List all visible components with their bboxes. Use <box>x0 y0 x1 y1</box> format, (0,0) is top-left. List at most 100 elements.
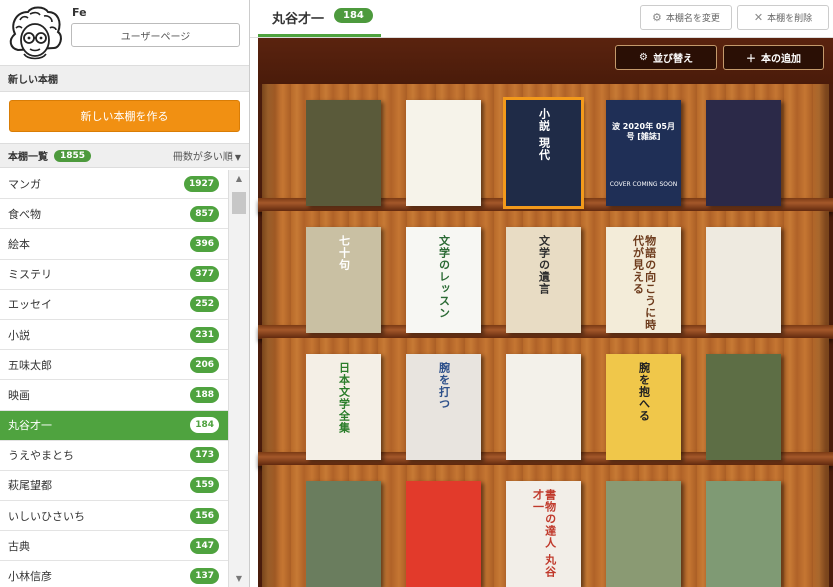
shelves: 小説 現代 波 2020年 05月号 [雑誌] COVER COMING SOON 七… <box>258 84 833 587</box>
delete-shelf-label: 本棚を削除 <box>767 14 813 24</box>
sidebar-shelf-item[interactable]: 小林信彦 137 <box>0 561 228 587</box>
sidebar-shelf-count: 188 <box>190 386 219 403</box>
rename-shelf-button[interactable]: ⚙ 本棚名を変更 <box>640 5 732 30</box>
sidebar-shelf-count: 396 <box>190 235 219 252</box>
gear-icon: ⚙ <box>639 52 648 63</box>
sort-order-label: 冊数が多い順 <box>172 152 233 163</box>
book-cover[interactable] <box>606 481 681 587</box>
sidebar-shelf-item[interactable]: 丸谷才一 184 <box>0 410 228 441</box>
sidebar-shelf-item[interactable]: 五味太郎 206 <box>0 350 228 381</box>
bookcase-toolbar: ⚙ 並び替え ＋ 本の追加 <box>258 38 833 84</box>
sidebar-shelf-name: 五味太郎 <box>8 358 52 372</box>
book-cover[interactable]: 文学のレッスン <box>406 227 481 333</box>
add-book-button[interactable]: ＋ 本の追加 <box>723 45 824 70</box>
sidebar-shelf-name: 小説 <box>8 328 30 342</box>
book-cover[interactable]: 日本文学全集 <box>306 354 381 460</box>
avatar[interactable] <box>6 4 64 62</box>
sidebar-shelf-name: ミステリ <box>8 268 52 282</box>
create-shelf-button[interactable]: 新しい本棚を作る <box>9 100 240 132</box>
cover-placeholder-note: COVER COMING SOON <box>609 181 678 188</box>
book-title: 書物の達人 丸谷才一 <box>531 489 557 578</box>
main-area: 丸谷才一 184 ⚙ 本棚名を変更 ✕ 本棚を削除 ⚙ 並び替え ＋ 本の追加 … <box>250 0 833 587</box>
book-cover[interactable]: 腕を抱へる <box>606 354 681 460</box>
book-cover[interactable]: 小説 現代 <box>503 97 584 209</box>
book-cover[interactable]: 波 2020年 05月号 [雑誌] COVER COMING SOON <box>606 100 681 206</box>
new-shelf-area: 新しい本棚を作る <box>0 92 249 144</box>
book-cover[interactable] <box>306 100 381 206</box>
book-cover[interactable]: 文学の遺言 <box>506 227 581 333</box>
sort-books-label: 並び替え <box>652 54 693 65</box>
book-title: 七十句 <box>337 235 351 271</box>
sidebar-shelf-item[interactable]: ミステリ 377 <box>0 260 228 290</box>
sidebar-shelf-name: 小林信彦 <box>8 570 52 584</box>
sidebar-shelf-count: 231 <box>190 326 219 343</box>
book-title: 波 2020年 05月号 [雑誌] <box>612 122 675 141</box>
book-title: 日本文学全集 <box>337 362 351 434</box>
sidebar-shelf-count: 184 <box>190 417 219 434</box>
shelf-book-count: 184 <box>334 8 373 23</box>
book-cover[interactable] <box>706 354 781 460</box>
sidebar-shelf-item[interactable]: 萩尾望都 159 <box>0 471 228 502</box>
profile-area: Fe ユーザーページ <box>0 0 249 66</box>
shelf-list-header: 本棚一覧 1855 冊数が多い順 ▼ <box>0 144 249 168</box>
book-cover[interactable] <box>706 481 781 587</box>
scroll-down-icon[interactable]: ▼ <box>229 574 249 583</box>
sidebar-shelf-item[interactable]: いしいひさいち 156 <box>0 501 228 532</box>
delete-shelf-button[interactable]: ✕ 本棚を削除 <box>737 5 829 30</box>
sidebar-shelf-count: 377 <box>190 266 219 283</box>
book-cover[interactable]: 七十句 <box>306 227 381 333</box>
sidebar-shelf-item[interactable]: 古典 147 <box>0 531 228 562</box>
book-title: 文学の遺言 <box>537 235 551 295</box>
sidebar-shelf-count: 857 <box>190 205 219 222</box>
book-cover[interactable]: 物語の向こうに時代が見える <box>606 227 681 333</box>
close-icon: ✕ <box>753 11 764 24</box>
book-cover[interactable] <box>506 354 581 460</box>
sidebar-shelf-item[interactable]: マンガ 1927 <box>0 169 228 200</box>
book-cover[interactable] <box>706 100 781 206</box>
sidebar-shelf-item[interactable]: 映画 188 <box>0 380 228 411</box>
sidebar-shelf-count: 252 <box>190 296 219 313</box>
book-title: 小説 現代 <box>537 108 551 161</box>
scroll-up-icon[interactable]: ▲ <box>229 174 249 183</box>
sidebar-shelf-count: 159 <box>190 477 219 494</box>
new-shelf-section-title: 新しい本棚 <box>0 66 249 92</box>
book-cover[interactable] <box>406 481 481 587</box>
sidebar-shelf-item[interactable]: 食べ物 857 <box>0 199 228 230</box>
sidebar-shelf-item[interactable]: エッセイ 252 <box>0 290 228 320</box>
shelf-title-underline <box>258 34 381 37</box>
book-title: 腕を抱へる <box>637 362 651 422</box>
sidebar-shelf-count: 1927 <box>183 175 219 192</box>
sidebar-shelf-name: マンガ <box>8 177 41 191</box>
book-cover[interactable] <box>306 481 381 587</box>
sidebar-shelf-item[interactable]: 小説 231 <box>0 320 228 351</box>
sort-books-button[interactable]: ⚙ 並び替え <box>615 45 717 70</box>
sidebar-shelf-count: 156 <box>190 507 219 524</box>
book-cover[interactable] <box>406 100 481 206</box>
user-page-button[interactable]: ユーザーページ <box>71 23 240 47</box>
sidebar-shelf-item[interactable]: 絵本 396 <box>0 229 228 260</box>
scroll-thumb[interactable] <box>232 192 246 214</box>
plus-icon: ＋ <box>746 54 756 65</box>
sidebar-shelf-name: いしいひさいち <box>8 509 85 523</box>
shelf-list-count: 1855 <box>54 149 92 162</box>
book-cover[interactable]: 書物の達人 丸谷才一 <box>506 481 581 587</box>
add-book-label: 本の追加 <box>761 54 801 65</box>
sidebar-shelf-name: 丸谷才一 <box>8 419 52 433</box>
shelf-list-title: 本棚一覧 <box>8 152 48 163</box>
user-name: Fe <box>72 6 87 19</box>
sidebar-shelf-item[interactable]: うえやまとち 173 <box>0 441 228 471</box>
book-cover[interactable]: 腕を打つ <box>406 354 481 460</box>
shelf-list-scrollbar[interactable]: ▲ ▼ <box>228 170 249 587</box>
sidebar-shelf-name: 映画 <box>8 388 30 402</box>
chevron-down-icon: ▼ <box>234 153 241 162</box>
book-cover[interactable] <box>706 227 781 333</box>
rename-shelf-label: 本棚名を変更 <box>665 14 720 24</box>
gear-icon: ⚙ <box>652 11 662 24</box>
book-title: 腕を打つ <box>437 362 451 410</box>
bookcase: ⚙ 並び替え ＋ 本の追加 小説 現代 波 2020年 05月号 [雑誌] COVE… <box>258 38 833 587</box>
shelf-header: 丸谷才一 184 ⚙ 本棚名を変更 ✕ 本棚を削除 <box>250 0 833 38</box>
sort-order-select[interactable]: 冊数が多い順 ▼ <box>173 148 241 163</box>
sidebar-shelf-count: 206 <box>190 356 219 373</box>
sidebar-shelf-name: 古典 <box>8 539 30 553</box>
book-title: 文学のレッスン <box>437 235 451 319</box>
